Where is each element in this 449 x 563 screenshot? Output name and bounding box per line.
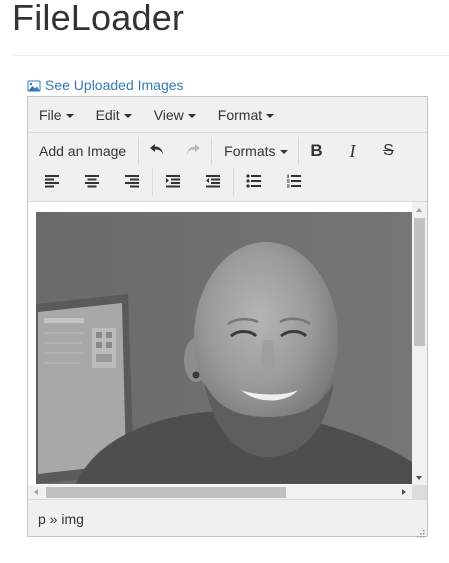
editor-statusbar: p » img bbox=[28, 499, 427, 538]
menu-format[interactable]: Format bbox=[207, 97, 285, 132]
caret-down-icon bbox=[65, 113, 74, 118]
bullet-list-icon bbox=[246, 173, 262, 191]
menu-view[interactable]: View bbox=[143, 97, 207, 132]
see-uploaded-images-label: See Uploaded Images bbox=[45, 77, 184, 93]
rich-text-editor: File Edit View Format Add an Image Forma… bbox=[27, 96, 428, 538]
align-center-icon bbox=[84, 174, 100, 191]
page-title: FileLoader bbox=[12, 0, 185, 38]
numbered-list-icon bbox=[286, 174, 302, 191]
picture-icon bbox=[27, 79, 41, 92]
indent-button[interactable] bbox=[153, 167, 193, 197]
outdent-icon bbox=[205, 174, 221, 191]
editor-content-area[interactable] bbox=[28, 201, 427, 500]
bullet-list-button[interactable] bbox=[234, 167, 274, 197]
scroll-right-icon[interactable] bbox=[402, 489, 406, 495]
scroll-left-icon[interactable] bbox=[34, 489, 38, 495]
align-right-button[interactable] bbox=[112, 167, 152, 197]
horizontal-scroll-thumb[interactable] bbox=[46, 487, 286, 498]
caret-down-icon bbox=[279, 150, 288, 154]
redo-button[interactable] bbox=[175, 136, 211, 166]
see-uploaded-images-link[interactable]: See Uploaded Images bbox=[27, 77, 184, 93]
vertical-scrollbar[interactable] bbox=[412, 202, 427, 485]
horizontal-scrollbar[interactable] bbox=[28, 485, 412, 500]
toolbar-row-2 bbox=[28, 165, 427, 199]
embedded-portrait-image[interactable] bbox=[36, 212, 412, 484]
align-center-button[interactable] bbox=[72, 167, 112, 197]
italic-button[interactable]: I bbox=[335, 136, 371, 166]
menu-edit[interactable]: Edit bbox=[85, 97, 143, 132]
align-left-button[interactable] bbox=[32, 167, 72, 197]
title-divider bbox=[12, 55, 449, 56]
formats-label: Formats bbox=[224, 143, 276, 159]
caret-down-icon bbox=[123, 113, 132, 118]
resize-handle-icon[interactable] bbox=[415, 525, 425, 538]
caret-down-icon bbox=[266, 113, 275, 118]
editor-menubar: File Edit View Format bbox=[28, 97, 427, 133]
caret-down-icon bbox=[187, 113, 196, 118]
add-image-button[interactable]: Add an Image bbox=[28, 136, 138, 166]
bold-button[interactable]: B bbox=[299, 136, 335, 166]
undo-button[interactable] bbox=[139, 136, 175, 166]
menu-file[interactable]: File bbox=[28, 97, 85, 132]
indent-icon bbox=[165, 174, 181, 191]
menu-edit-label: Edit bbox=[95, 106, 120, 123]
scroll-up-icon[interactable] bbox=[416, 208, 422, 212]
align-left-icon bbox=[44, 174, 60, 191]
numbered-list-button[interactable] bbox=[274, 167, 314, 197]
toolbar-row-1: Add an Image Formats B I S bbox=[28, 133, 427, 169]
redo-icon bbox=[185, 143, 201, 160]
formats-dropdown[interactable]: Formats bbox=[212, 136, 297, 166]
strikethrough-button[interactable]: S bbox=[371, 136, 407, 166]
scrollbar-corner bbox=[412, 485, 427, 500]
element-path[interactable]: p » img bbox=[28, 511, 84, 527]
menu-file-label: File bbox=[39, 106, 62, 123]
align-right-icon bbox=[124, 174, 140, 191]
menu-format-label: Format bbox=[217, 106, 263, 123]
vertical-scroll-thumb[interactable] bbox=[414, 218, 425, 346]
scroll-down-icon[interactable] bbox=[416, 476, 422, 480]
outdent-button[interactable] bbox=[193, 167, 233, 197]
menu-view-label: View bbox=[153, 106, 184, 123]
undo-icon bbox=[149, 143, 165, 160]
